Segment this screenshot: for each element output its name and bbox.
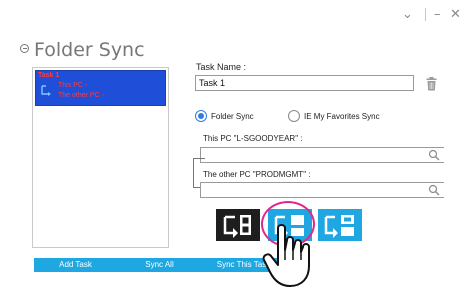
close-icon[interactable]: ✕ (450, 6, 461, 24)
ie-favorites-radio[interactable] (288, 110, 300, 122)
sync-bidirectional-button[interactable] (216, 209, 260, 241)
other-pc-label: The other PC "PRODMGMT" : (203, 170, 311, 179)
task-list-item[interactable]: Task 1 This PC - The other PC - (35, 70, 166, 106)
folder-sync-radio[interactable] (195, 110, 207, 122)
hand-cursor-icon (262, 224, 310, 287)
page-title: Folder Sync (34, 39, 145, 61)
task-list[interactable]: Task 1 This PC - The other PC - (32, 67, 169, 248)
task-name-input[interactable]: Task 1 (195, 75, 414, 91)
bidirectional-sync-icon (223, 215, 251, 238)
add-task-button[interactable]: Add Task (34, 258, 117, 272)
task-name-label: Task Name : (196, 62, 247, 72)
chevron-down-icon[interactable]: ⌄ (402, 6, 413, 24)
folder-sync-label: Folder Sync (211, 112, 254, 121)
sync-direction-icon (41, 85, 51, 96)
task-item-target: The other PC - (58, 92, 104, 99)
this-pc-path-input[interactable] (200, 147, 444, 163)
sync-all-button[interactable]: Sync All (117, 258, 202, 272)
minimize-icon[interactable]: – (434, 6, 441, 24)
window-divider (425, 8, 426, 21)
ie-favorites-label: IE My Favorites Sync (304, 112, 380, 121)
this-pc-label: This PC "L-SGOODYEAR" : (203, 134, 303, 143)
trash-icon[interactable] (426, 77, 437, 91)
task-item-source: This PC - (58, 82, 88, 89)
search-icon[interactable] (428, 149, 440, 161)
task-item-name: Task 1 (38, 72, 60, 79)
sync-direction-icon (324, 215, 354, 238)
search-icon[interactable] (428, 184, 440, 196)
other-pc-path-input[interactable] (200, 182, 444, 198)
back-icon[interactable] (20, 44, 29, 53)
sync-right-to-left-button[interactable] (318, 209, 362, 241)
